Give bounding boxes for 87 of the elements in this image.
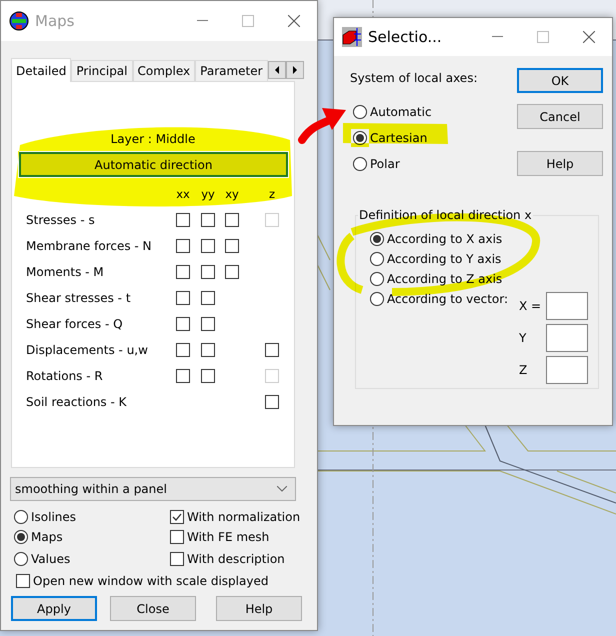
row-label: Shear stresses - t — [26, 291, 132, 305]
checkbox[interactable] — [16, 574, 30, 588]
checkbox[interactable] — [201, 213, 215, 227]
radio-button[interactable] — [370, 272, 384, 286]
dialog-button[interactable]: Cancel — [517, 104, 603, 129]
checkbox[interactable] — [225, 239, 239, 253]
automatic-direction-button[interactable]: Automatic direction — [19, 152, 288, 177]
checkbox-label: Open new window with scale displayed — [33, 574, 268, 588]
layer-label: Layer : Middle — [110, 132, 196, 146]
checkbox[interactable] — [201, 343, 215, 357]
radio-button[interactable] — [370, 292, 384, 306]
left-triangle-icon — [274, 66, 280, 74]
radio-button[interactable] — [370, 252, 384, 266]
column-header: z — [268, 187, 276, 201]
radio-button[interactable] — [370, 232, 384, 246]
checkbox[interactable] — [176, 291, 190, 305]
radio-label: Cartesian — [370, 131, 428, 145]
row-label: Moments - M — [26, 265, 105, 279]
checkbox-label: With description — [187, 552, 285, 566]
scroll-left-button[interactable] — [268, 61, 286, 79]
radio-label: Automatic — [370, 105, 432, 119]
row-label: Rotations - R — [26, 369, 104, 383]
checkbox[interactable] — [201, 369, 215, 383]
right-triangle-icon — [292, 66, 298, 74]
window-title: Maps — [35, 12, 76, 30]
smoothing-dropdown[interactable]: smoothing within a panel — [10, 477, 296, 501]
radio-button[interactable] — [353, 157, 367, 171]
checkbox[interactable] — [176, 265, 190, 279]
dialog-button[interactable]: OK — [517, 68, 603, 93]
radio-button[interactable] — [353, 105, 367, 119]
vector-label: X = — [519, 299, 542, 313]
checkbox[interactable] — [201, 317, 215, 331]
checkbox[interactable] — [170, 552, 184, 566]
checkbox[interactable] — [201, 239, 215, 253]
radio-button[interactable] — [14, 530, 28, 544]
vector-label: Y — [519, 331, 528, 345]
radio-label: According to Y axis — [387, 252, 502, 266]
radio-label: Maps — [31, 530, 63, 544]
column-header: xx — [176, 187, 190, 201]
checkbox[interactable] — [170, 530, 184, 544]
scroll-right-button[interactable] — [286, 61, 304, 79]
tab[interactable]: Complex — [132, 60, 196, 81]
radio-label: Isolines — [31, 510, 76, 524]
checkbox[interactable] — [201, 265, 215, 279]
dialog-button[interactable]: Close — [110, 596, 196, 621]
checkbox[interactable] — [176, 343, 190, 357]
window-title: Selectio... — [368, 28, 443, 46]
vector-label: Z — [519, 363, 528, 377]
checkbox-label: With FE mesh — [187, 530, 270, 544]
checkbox[interactable] — [170, 510, 184, 524]
row-label: Displacements - u,w — [26, 343, 149, 357]
row-label: Membrane forces - N — [26, 239, 153, 253]
checkbox[interactable] — [265, 395, 279, 409]
tab[interactable]: Principal — [71, 60, 132, 81]
radio-label: According to vector: — [387, 292, 508, 306]
dialog-button[interactable]: Help — [517, 151, 603, 176]
row-label: Stresses - s — [26, 213, 96, 227]
dialog-button[interactable]: Help — [216, 596, 302, 621]
radio-button[interactable] — [14, 510, 28, 524]
radio-label: Values — [31, 552, 70, 566]
checkbox[interactable] — [176, 369, 190, 383]
input-field[interactable] — [546, 324, 588, 352]
radio-button[interactable] — [14, 552, 28, 566]
column-header: xy — [225, 187, 239, 201]
dialog-button[interactable]: Apply — [11, 596, 97, 621]
globe-icon — [9, 11, 29, 31]
checkbox[interactable] — [176, 213, 190, 227]
radio-label: Polar — [370, 157, 400, 171]
arrow — [298, 108, 346, 144]
column-header: yy — [201, 187, 215, 201]
input-field[interactable] — [546, 356, 588, 384]
axes-label: System of local axes: — [350, 71, 478, 85]
checkbox[interactable] — [225, 265, 239, 279]
radio-label: According to X axis — [387, 232, 502, 246]
checkbox[interactable] — [176, 239, 190, 253]
input-field[interactable] — [546, 292, 588, 320]
row-label: Shear forces - Q — [26, 317, 124, 331]
checkbox[interactable] — [176, 317, 190, 331]
checkbox[interactable] — [265, 343, 279, 357]
row-label: Soil reactions - K — [26, 395, 128, 409]
chevron-icon — [277, 486, 287, 492]
checkbox[interactable] — [225, 213, 239, 227]
tab[interactable]: Parameter — [195, 60, 268, 81]
checkbox-label: With normalization — [187, 510, 300, 524]
checkbox[interactable] — [201, 291, 215, 305]
tab[interactable]: Detailed — [11, 58, 72, 82]
box-axes-icon — [342, 27, 362, 47]
